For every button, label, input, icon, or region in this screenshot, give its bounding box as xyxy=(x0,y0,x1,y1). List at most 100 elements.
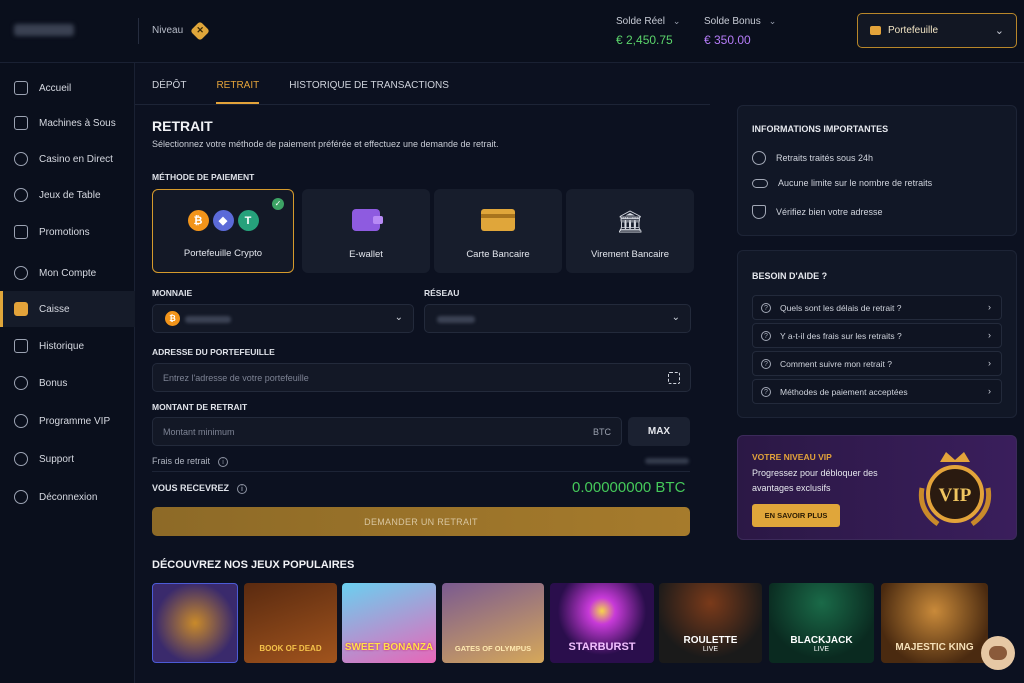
tab-historique[interactable]: HISTORIQUE DE TRANSACTIONS xyxy=(289,63,449,104)
divider xyxy=(138,18,139,44)
sidebar-item-deconnexion[interactable]: Déconnexion xyxy=(0,479,135,515)
game-tile[interactable]: SWEET BONANZA xyxy=(342,583,436,663)
info-item: Retraits traités sous 24h xyxy=(752,151,873,165)
vip-title: VOTRE NIVEAU VIP xyxy=(752,452,832,462)
method-bank[interactable]: 🏛 Virement Bancaire xyxy=(566,189,694,273)
request-withdraw-button[interactable]: DEMANDER UN RETRAIT xyxy=(152,507,690,536)
wallet-dropdown[interactable]: Portefeuille ⌄ xyxy=(857,13,1017,48)
sidebar-item-jeux-table[interactable]: Jeux de Table xyxy=(0,177,135,213)
amount-input[interactable]: Montant minimum BTC xyxy=(152,417,622,446)
chevron-right-icon: › xyxy=(988,330,991,340)
faq-item[interactable]: ? Quels sont les délais de retrait ? › xyxy=(752,295,1002,320)
game-tile[interactable]: GATES OF OLYMPUS xyxy=(442,583,544,663)
qr-scan-icon[interactable] xyxy=(668,372,680,384)
bonus-balance-label: Solde Bonus xyxy=(704,16,761,27)
fee-row: Frais de retrait i xyxy=(152,456,229,467)
question-icon: ? xyxy=(761,358,771,369)
info-icon[interactable]: i xyxy=(218,457,229,467)
network-select[interactable]: ⌄ xyxy=(424,304,691,333)
game-name: MAJESTIC KING xyxy=(895,642,974,653)
chevron-right-icon: › xyxy=(988,302,991,312)
sidebar-item-promotions[interactable]: Promotions xyxy=(0,214,135,250)
method-ewallet[interactable]: E-wallet xyxy=(302,189,430,273)
home-icon xyxy=(14,81,28,95)
chevron-down-icon: ⌄ xyxy=(768,16,777,26)
faq-item[interactable]: ? Méthodes de paiement acceptées › xyxy=(752,379,1002,404)
sidebar-item-accueil[interactable]: Accueil xyxy=(0,70,135,106)
network-value xyxy=(437,316,475,323)
faq-text: Y a-t-il des frais sur les retraits ? xyxy=(780,330,902,341)
e-wallet-icon xyxy=(352,209,383,231)
game-tile[interactable]: MAJESTIC KING xyxy=(881,583,988,663)
address-placeholder: Entrez l'adresse de votre portefeuille xyxy=(163,372,309,383)
crypto-coins-icon: ₿ ◆ T xyxy=(186,210,261,231)
wallet-address-input[interactable]: Entrez l'adresse de votre portefeuille xyxy=(152,363,691,392)
bonus-balance[interactable]: Solde Bonus ⌄ € 350.00 xyxy=(704,16,776,47)
vip-description: Progressez pour débloquer des avantages … xyxy=(752,468,878,493)
wallet-icon xyxy=(870,26,881,35)
learn-more-button[interactable]: EN SAVOIR PLUS xyxy=(752,504,840,527)
amount-placeholder: Montant minimum xyxy=(163,426,235,437)
faq-item[interactable]: ? Y a-t-il des frais sur les retraits ? › xyxy=(752,323,1002,348)
sidebar-item-casino-direct[interactable]: Casino en Direct xyxy=(0,141,135,177)
vip-icon xyxy=(14,414,28,428)
chat-button[interactable] xyxy=(981,636,1015,670)
help-title: BESOIN D'AIDE ? xyxy=(752,271,828,281)
game-tile[interactable]: ROULETTE LIVE xyxy=(659,583,762,663)
gift-icon xyxy=(14,225,28,239)
game-tile[interactable]: BLACKJACK LIVE xyxy=(769,583,874,663)
game-tile[interactable]: STARBURST xyxy=(550,583,654,663)
sidebar-item-bonus[interactable]: Bonus xyxy=(0,365,135,401)
game-name: BOOK OF DEAD xyxy=(259,644,322,653)
address-label: ADRESSE DU PORTEFEUILLE xyxy=(152,347,275,357)
game-label: ROULETTE LIVE xyxy=(684,635,738,653)
sidebar-item-label: Mon Compte xyxy=(39,267,97,279)
method-card[interactable]: Carte Bancaire xyxy=(434,189,562,273)
game-sub: LIVE xyxy=(813,646,830,653)
faq-item[interactable]: ? Comment suivre mon retrait ? › xyxy=(752,351,1002,376)
brand-logo[interactable] xyxy=(14,24,74,36)
bonus-balance-value: € 350.00 xyxy=(704,33,751,47)
divider xyxy=(135,104,710,105)
tab-depot[interactable]: DÉPÔT xyxy=(152,63,186,104)
real-balance-label: Solde Réel xyxy=(616,16,665,27)
sidebar-item-label: Caisse xyxy=(39,303,70,315)
shield-icon xyxy=(752,205,766,219)
currency-select[interactable]: ₿ ⌄ xyxy=(152,304,414,333)
sidebar-item-machines[interactable]: Machines à Sous xyxy=(0,105,135,141)
receive-row: VOUS RECEVREZ i xyxy=(152,483,248,494)
amount-label: MONTANT DE RETRAIT xyxy=(152,402,248,412)
amount-unit: BTC xyxy=(593,427,611,437)
network-label: RÉSEAU xyxy=(424,288,460,298)
game-name: BLACKJACK xyxy=(790,635,853,646)
user-icon xyxy=(14,266,28,280)
game-name: ROULETTE xyxy=(683,635,738,646)
sidebar-item-historique[interactable]: Historique xyxy=(0,328,135,364)
real-balance[interactable]: Solde Réel ⌄ € 2,450.75 xyxy=(616,16,680,47)
clock-icon xyxy=(752,151,766,165)
level-badge-icon[interactable]: ✕ xyxy=(190,21,210,41)
game-tile[interactable] xyxy=(152,583,238,663)
chevron-down-icon: ⌄ xyxy=(394,312,403,323)
vip-card: VOTRE NIVEAU VIP Progressez pour débloqu… xyxy=(737,435,1017,540)
chevron-down-icon: ⌄ xyxy=(994,25,1004,37)
info-item: Aucune limite sur le nombre de retraits xyxy=(752,178,932,188)
sidebar-item-label: Jeux de Table xyxy=(39,189,101,201)
receive-label: VOUS RECEVREZ xyxy=(152,483,230,493)
main-content: DÉPÔT RETRAIT HISTORIQUE DE TRANSACTIONS… xyxy=(135,63,874,683)
sidebar-item-caisse[interactable]: Caisse xyxy=(0,291,135,327)
games-title: DÉCOUVREZ NOS JEUX POPULAIRES xyxy=(152,559,355,571)
chevron-right-icon: › xyxy=(988,386,991,396)
faq-text: Quels sont les délais de retrait ? xyxy=(780,302,902,313)
sidebar-item-label: Programme VIP xyxy=(39,415,111,427)
game-tile[interactable]: BOOK OF DEAD xyxy=(244,583,337,663)
method-crypto[interactable]: ✓ ₿ ◆ T Portefeuille Crypto xyxy=(152,189,294,273)
info-text: Vérifiez bien votre adresse xyxy=(776,207,883,217)
tab-retrait[interactable]: RETRAIT xyxy=(216,63,260,104)
sidebar-item-vip[interactable]: Programme VIP xyxy=(0,403,135,439)
sidebar-item-support[interactable]: Support xyxy=(0,441,135,477)
max-button[interactable]: MAX xyxy=(628,417,690,446)
currency-label: MONNAIE xyxy=(152,288,193,298)
info-icon[interactable]: i xyxy=(237,484,248,494)
sidebar-item-mon-compte[interactable]: Mon Compte xyxy=(0,255,135,291)
